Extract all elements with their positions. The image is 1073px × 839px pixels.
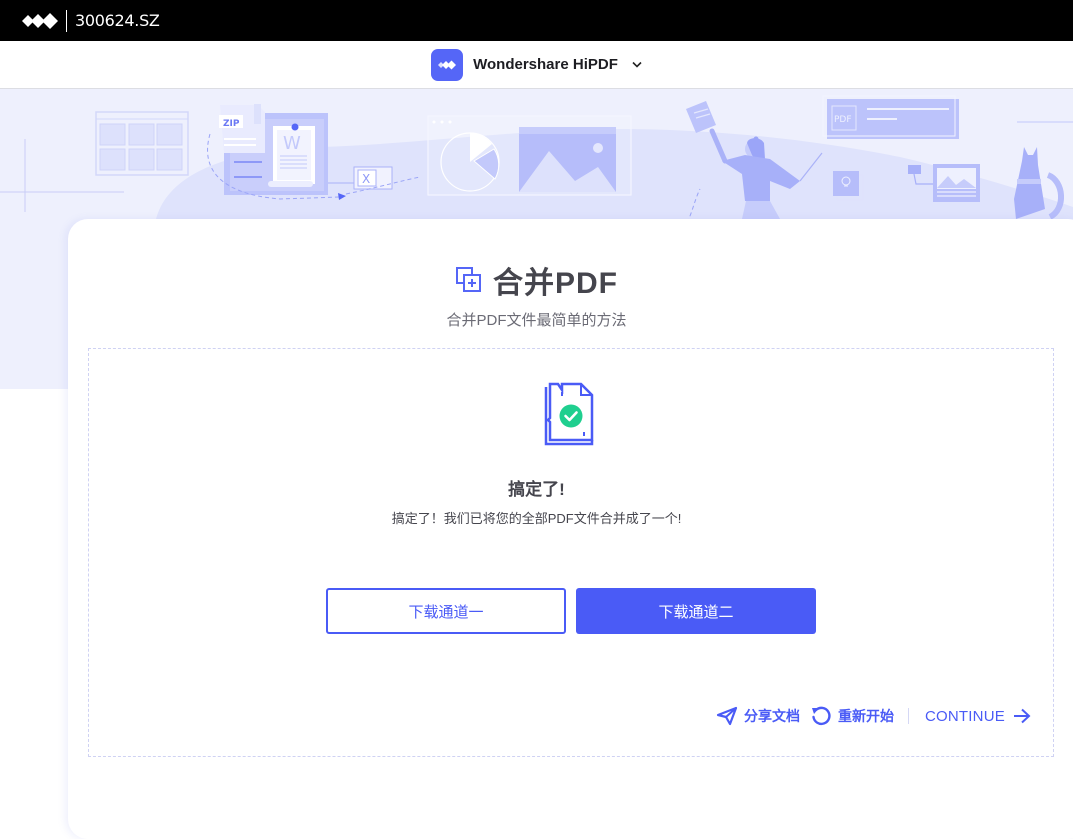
arrow-right-icon	[1013, 708, 1031, 724]
restart-button[interactable]: 重新开始	[810, 705, 894, 727]
grid-window-illustration	[95, 111, 189, 176]
page-title: 合并PDF	[493, 267, 618, 300]
hipdf-app-icon	[431, 48, 464, 81]
page-subtitle: 合并PDF文件最简单的方法	[446, 312, 627, 329]
result-title: 搞定了!	[508, 480, 565, 499]
lightbulb-illustration	[833, 171, 864, 201]
svg-text:ZIP: ZIP	[223, 119, 240, 129]
divider	[66, 9, 67, 32]
restart-label: 重新开始	[838, 708, 894, 724]
svg-text:X: X	[362, 172, 370, 186]
pdf-card-illustration: PDF	[822, 95, 959, 139]
restart-icon	[812, 706, 831, 726]
download-channel-1-button[interactable]: 下载通道一	[326, 588, 566, 634]
svg-text:PDF: PDF	[834, 115, 852, 125]
divider	[908, 708, 909, 724]
send-icon	[716, 706, 738, 726]
brand-name: Wondershare HiPDF	[473, 56, 618, 73]
continue-label: CONTINUE	[925, 707, 1005, 725]
result-message: 搞定了！我们已将您的全部PDF文件合并成了一个!	[391, 511, 682, 526]
file-success-icon	[544, 382, 594, 446]
continue-button[interactable]: CONTINUE	[925, 708, 1031, 725]
stock-ticker: 300624.SZ	[75, 11, 160, 30]
share-document-button[interactable]: 分享文档	[716, 706, 800, 726]
chevron-down-icon	[632, 59, 642, 71]
merge-pdf-icon	[456, 267, 481, 292]
tool-header: 合并PDF	[0, 258, 1073, 302]
product-switcher[interactable]: Wondershare HiPDF	[431, 48, 642, 81]
share-label: 分享文档	[744, 708, 800, 724]
wondershare-logo-icon[interactable]	[22, 11, 60, 31]
download-channel-2-button[interactable]: 下载通道二	[576, 588, 816, 634]
action-bar: 分享文档 重新开始 CONTINUE	[716, 703, 1031, 729]
svg-text:W: W	[283, 133, 301, 154]
top-bar: 300624.SZ	[0, 0, 1073, 41]
nav-bar: Wondershare HiPDF	[0, 41, 1073, 89]
